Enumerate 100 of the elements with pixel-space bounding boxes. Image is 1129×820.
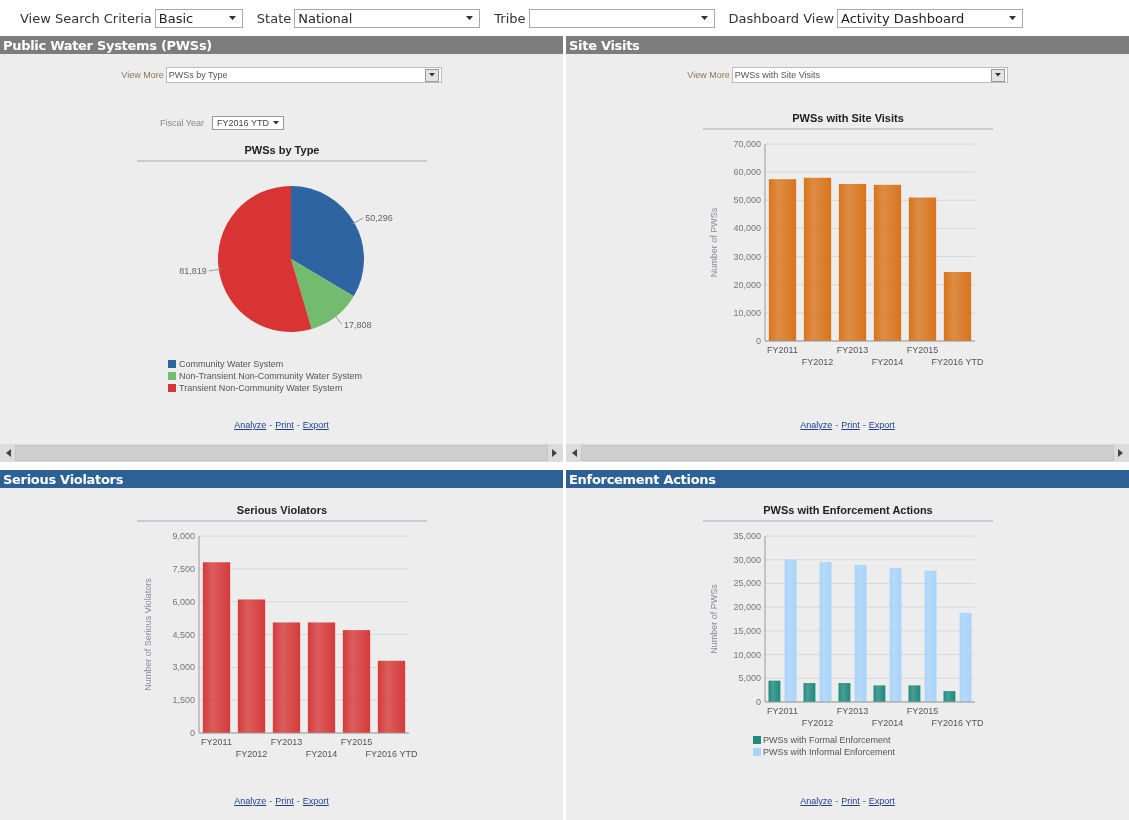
tick-label: 35,000 <box>732 531 761 541</box>
data-label: 50,296 <box>364 213 393 223</box>
category-label: FY2015 <box>340 737 372 747</box>
leader-line <box>351 217 364 225</box>
action-link[interactable]: Analyze <box>234 796 267 806</box>
action-link[interactable]: Export <box>868 796 895 806</box>
panel-title: Public Water Systems (PWSs) <box>3 37 212 53</box>
tick-label: 60,000 <box>732 167 761 178</box>
category-label: FY2013 <box>836 345 868 355</box>
scroll-right-icon[interactable] <box>1118 449 1123 457</box>
view-more-label: View More <box>687 70 730 80</box>
horizontal-scrollbar[interactable] <box>0 444 563 462</box>
horizontal-scrollbar[interactable] <box>566 444 1129 462</box>
scrollbar-thumb[interactable] <box>15 445 548 461</box>
legend-swatch <box>167 384 176 392</box>
filter-select[interactable]: National <box>294 8 481 28</box>
action-link[interactable]: Print <box>275 796 294 806</box>
link-separator: - <box>862 420 866 430</box>
action-link[interactable]: Export <box>302 796 329 806</box>
tick-label: 0 <box>755 336 761 346</box>
tick-label: 15,000 <box>732 625 761 636</box>
tick-label: 4,500 <box>171 629 195 640</box>
action-link[interactable]: Print <box>841 420 860 430</box>
view-more-select[interactable]: PWSs with Site Visits <box>731 67 1008 83</box>
tick-label: 25,000 <box>732 578 761 589</box>
link-separator: - <box>835 420 839 430</box>
link-separator: - <box>296 796 300 806</box>
chart-title: PWSs with Enforcement Actions <box>762 504 933 516</box>
tick-label: 9,000 <box>171 531 195 541</box>
category-label: FY2013 <box>836 706 868 716</box>
caret-icon <box>228 15 236 21</box>
legend-label: Transient Non-Community Water System <box>178 383 342 393</box>
tick-label: 10,000 <box>732 307 761 318</box>
action-link[interactable]: Export <box>868 420 895 430</box>
action-link[interactable]: Analyze <box>800 796 833 806</box>
data-label: 17,808 <box>343 319 371 330</box>
panel-title: Serious Violators <box>3 471 124 487</box>
link-separator: - <box>269 420 273 430</box>
chart-title: PWSs with Site Visits <box>791 112 904 124</box>
filter-select[interactable]: Activity Dashboard <box>837 8 1023 28</box>
tick-label: 10,000 <box>732 649 761 660</box>
data-label: 81,819 <box>178 265 207 276</box>
scrollbar-thumb[interactable] <box>581 445 1114 461</box>
bar <box>803 683 815 702</box>
dropdown-button[interactable] <box>424 68 439 82</box>
tick-label: 5,000 <box>737 673 761 684</box>
legend-label: PWSs with Formal Enforcement <box>762 735 891 745</box>
category-label: FY2011 <box>766 345 798 355</box>
filter-label: Dashboard View <box>728 10 834 26</box>
link-separator: - <box>862 796 866 806</box>
action-link[interactable]: Analyze <box>234 420 267 430</box>
tick-label: 20,000 <box>732 602 761 613</box>
action-link[interactable]: Print <box>275 420 294 430</box>
caret-icon <box>428 73 435 77</box>
legend-label: PWSs with Informal Enforcement <box>762 747 895 757</box>
filter-select[interactable]: Basic <box>154 8 243 28</box>
tick-label: 3,000 <box>171 662 195 673</box>
tick-label: 20,000 <box>732 279 761 290</box>
tick-label: 50,000 <box>732 195 761 206</box>
scroll-left-icon[interactable] <box>6 449 11 457</box>
axis-title: Number of PWSs <box>708 207 719 278</box>
link-separator: - <box>296 420 300 430</box>
scroll-right-icon[interactable] <box>552 449 557 457</box>
tick-label: 6,000 <box>171 596 195 607</box>
category-label: FY2012 <box>235 749 267 759</box>
category-label: FY2014 <box>871 718 903 728</box>
caret-icon <box>994 73 1001 77</box>
category-label: FY2016 YTD <box>931 718 983 728</box>
category-label: FY2012 <box>801 357 833 367</box>
tick-label: 1,500 <box>171 695 195 706</box>
leader-line <box>333 314 342 326</box>
fiscal-year-select[interactable]: FY2016 YTD <box>212 116 284 130</box>
tick-label: 30,000 <box>732 554 761 565</box>
legend-swatch <box>752 736 761 744</box>
category-label: FY2014 <box>871 357 903 367</box>
view-more-select[interactable]: PWSs by Type <box>165 67 442 83</box>
tick-label: 30,000 <box>732 251 761 262</box>
category-label: FY2016 YTD <box>365 749 417 759</box>
legend-label: Non-Transient Non-Community Water System <box>178 371 362 381</box>
caret-icon <box>1009 15 1016 21</box>
category-label: FY2011 <box>200 737 232 747</box>
tick-label: 70,000 <box>732 139 761 149</box>
link-separator: - <box>269 796 273 806</box>
category-label: FY2013 <box>270 737 302 747</box>
scroll-left-icon[interactable] <box>572 449 577 457</box>
category-label: FY2015 <box>906 345 938 355</box>
category-label: FY2015 <box>906 706 938 716</box>
action-link[interactable]: Print <box>841 796 860 806</box>
filter-label: View Search Criteria <box>20 10 152 26</box>
caret-icon <box>700 15 708 21</box>
tick-label: 0 <box>189 728 195 738</box>
bar <box>873 685 885 702</box>
fiscal-year-label: Fiscal Year <box>160 118 205 128</box>
action-link[interactable]: Export <box>302 420 329 430</box>
dropdown-button[interactable] <box>990 68 1005 82</box>
category-label: FY2011 <box>766 706 798 716</box>
action-link[interactable]: Analyze <box>800 420 833 430</box>
bar <box>838 683 850 702</box>
axis-title: Number of PWSs <box>708 584 719 654</box>
legend-swatch <box>752 748 761 756</box>
